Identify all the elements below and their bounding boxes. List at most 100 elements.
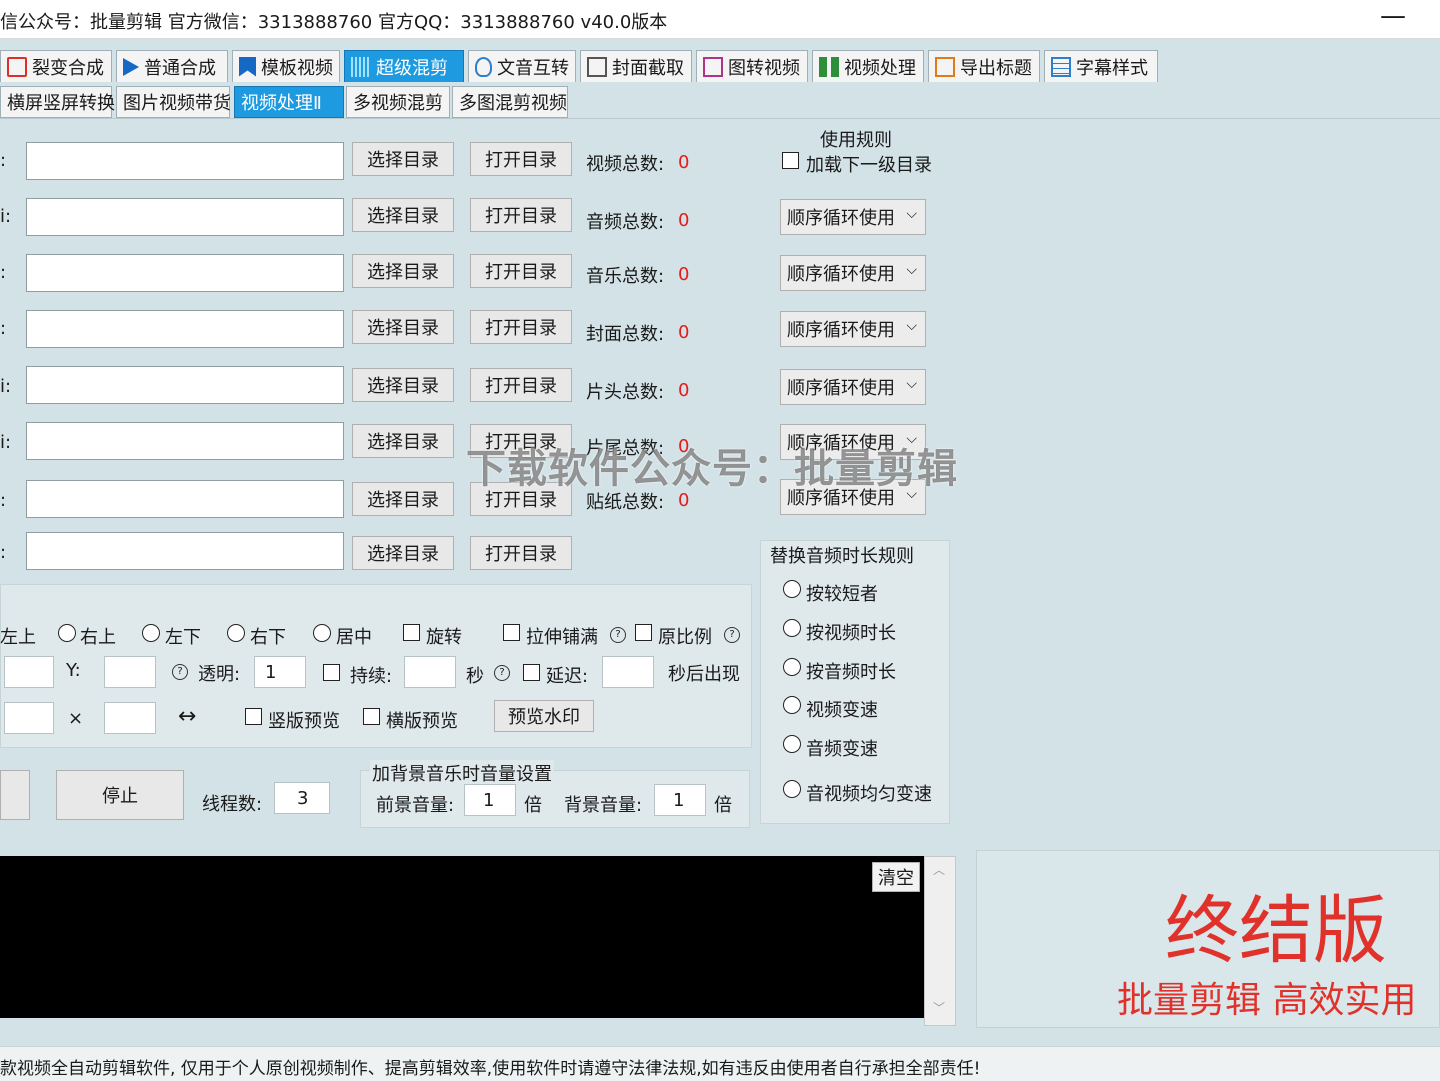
vertical-preview-label: 竖版预览	[268, 711, 340, 732]
sticker-folder-input[interactable]	[26, 480, 344, 518]
audio-rule-option: 按视频时长	[806, 623, 896, 644]
scroll-up-icon[interactable]: ︿	[933, 861, 945, 878]
position-radio[interactable]	[58, 624, 76, 642]
opacity-input[interactable]: 1	[254, 656, 306, 688]
subtab-image-video-sales[interactable]: 图片视频带货	[116, 86, 231, 118]
audio-rule-radio[interactable]	[783, 735, 801, 753]
cover-folder-input[interactable]	[26, 310, 344, 348]
subtab-orientation[interactable]: 横屏竖屏转换	[0, 86, 115, 118]
select-folder-button[interactable]: 选择目录	[352, 482, 454, 516]
position-label: 右下	[250, 627, 286, 648]
console-scrollbar[interactable]: ︿ ﹀	[924, 856, 956, 1026]
select-folder-button[interactable]: 选择目录	[352, 536, 454, 570]
subtab-multi-video-mix[interactable]: 多视频混剪	[346, 86, 450, 118]
stretch-checkbox[interactable]	[503, 624, 520, 641]
row-prefix: i:	[0, 206, 12, 227]
tab-image-to-video[interactable]: 图转视频	[696, 50, 808, 82]
tab-normal-compose[interactable]: 普通合成	[116, 50, 228, 82]
minimize-button[interactable]: —	[1380, 0, 1406, 32]
height-input[interactable]	[104, 702, 156, 734]
swap-icon[interactable]: ↔	[178, 704, 196, 729]
position-radio[interactable]	[313, 624, 331, 642]
video-folder-input[interactable]	[26, 142, 344, 180]
fg-volume-label: 前景音量:	[376, 795, 455, 816]
music-rule-dropdown[interactable]: 顺序循环使用 ⌵	[780, 255, 926, 291]
select-folder-button[interactable]: 选择目录	[352, 424, 454, 458]
audio-rule-radio[interactable]	[783, 780, 801, 798]
x-input[interactable]	[4, 656, 54, 688]
tab-label: 视频处理	[844, 57, 916, 79]
audio-rule-title: 替换音频时长规则	[770, 546, 914, 567]
help-icon[interactable]: ?	[610, 627, 626, 643]
duration-input[interactable]	[404, 656, 456, 688]
audio-rule-radio[interactable]	[783, 658, 801, 676]
vertical-preview-checkbox[interactable]	[245, 708, 262, 725]
cover-rule-dropdown[interactable]: 顺序循环使用 ⌵	[780, 311, 926, 347]
watermark-folder-input[interactable]	[26, 532, 344, 570]
select-folder-button[interactable]: 选择目录	[352, 142, 454, 176]
window-title: 信公众号：批量剪辑 官方微信：3313888760 官方QQ：331388876…	[0, 12, 668, 33]
tab-split-compose[interactable]: 裂变合成	[0, 50, 112, 82]
open-folder-button[interactable]: 打开目录	[470, 142, 572, 176]
open-folder-button[interactable]: 打开目录	[470, 310, 572, 344]
y-input[interactable]	[104, 656, 156, 688]
threads-input[interactable]: 3	[274, 782, 330, 814]
tab-label: 普通合成	[144, 57, 216, 79]
fg-volume-input[interactable]: 1	[464, 784, 516, 816]
tab-subtitle-style[interactable]: 字幕样式	[1044, 50, 1158, 82]
audio-folder-input[interactable]	[26, 198, 344, 236]
select-folder-button[interactable]: 选择目录	[352, 254, 454, 288]
position-radio[interactable]	[227, 624, 245, 642]
status-text: 款视频全自动剪辑软件, 仅用于个人原创视频制作、提高剪辑效率,使用软件时请遵守法…	[0, 1059, 981, 1079]
log-console[interactable]	[0, 856, 924, 1018]
bg-volume-input[interactable]: 1	[654, 784, 706, 816]
tab-cover-capture[interactable]: 封面截取	[580, 50, 692, 82]
select-folder-button[interactable]: 选择目录	[352, 368, 454, 402]
music-folder-input[interactable]	[26, 254, 344, 292]
intro-rule-dropdown[interactable]: 顺序循环使用 ⌵	[780, 369, 926, 405]
help-icon[interactable]: ?	[724, 627, 740, 643]
preview-watermark-button[interactable]: 预览水印	[494, 700, 594, 732]
tab-video-process[interactable]: 视频处理	[812, 50, 924, 82]
tab-super-mix[interactable]: 超级混剪	[344, 50, 464, 82]
duration-checkbox[interactable]	[323, 664, 340, 681]
help-icon[interactable]: ?	[494, 665, 510, 681]
open-folder-button[interactable]: 打开目录	[470, 536, 572, 570]
tab-label: 封面截取	[612, 57, 684, 79]
load-subdir-checkbox[interactable]	[782, 152, 799, 169]
start-button[interactable]	[0, 770, 30, 820]
outro-folder-input[interactable]	[26, 422, 344, 460]
subtab-video-process-2[interactable]: 视频处理Ⅱ	[234, 86, 344, 118]
tab-label: 图转视频	[728, 57, 800, 79]
audio-rule-radio[interactable]	[783, 619, 801, 637]
audio-rule-radio[interactable]	[783, 696, 801, 714]
tab-template-video[interactable]: 模板视频	[232, 50, 340, 82]
promo-subtitle: 批量剪辑 高效实用	[1117, 980, 1417, 1021]
tab-label: 导出标题	[960, 57, 1032, 79]
original-ratio-checkbox[interactable]	[635, 624, 652, 641]
tab-export-title[interactable]: 导出标题	[928, 50, 1040, 82]
stop-button[interactable]: 停止	[56, 770, 184, 820]
clear-button[interactable]: 清空	[872, 862, 920, 892]
audio-rule-dropdown[interactable]: 顺序循环使用 ⌵	[780, 199, 926, 235]
subtab-multi-image-mix[interactable]: 多图混剪视频	[452, 86, 568, 118]
select-folder-button[interactable]: 选择目录	[352, 310, 454, 344]
delay-input[interactable]	[602, 656, 654, 688]
horizontal-preview-checkbox[interactable]	[363, 708, 380, 725]
main-tab-bar: 裂变合成 普通合成 模板视频 超级混剪 文音互转 封面截取 图转视频 视频处理 …	[0, 44, 1440, 84]
open-folder-button[interactable]: 打开目录	[470, 368, 572, 402]
open-folder-button[interactable]: 打开目录	[470, 198, 572, 232]
rotate-checkbox[interactable]	[403, 624, 420, 641]
scroll-down-icon[interactable]: ﹀	[933, 999, 945, 1016]
width-input[interactable]	[4, 702, 54, 734]
intro-folder-input[interactable]	[26, 366, 344, 404]
bg-volume-label: 背景音量:	[564, 795, 643, 816]
delay-checkbox[interactable]	[523, 664, 540, 681]
open-folder-button[interactable]: 打开目录	[470, 254, 572, 288]
audio-rule-radio[interactable]	[783, 580, 801, 598]
video-process-icon	[819, 56, 839, 77]
tab-text-audio[interactable]: 文音互转	[468, 50, 576, 82]
position-radio[interactable]	[142, 624, 160, 642]
help-icon[interactable]: ?	[172, 664, 188, 680]
select-folder-button[interactable]: 选择目录	[352, 198, 454, 232]
